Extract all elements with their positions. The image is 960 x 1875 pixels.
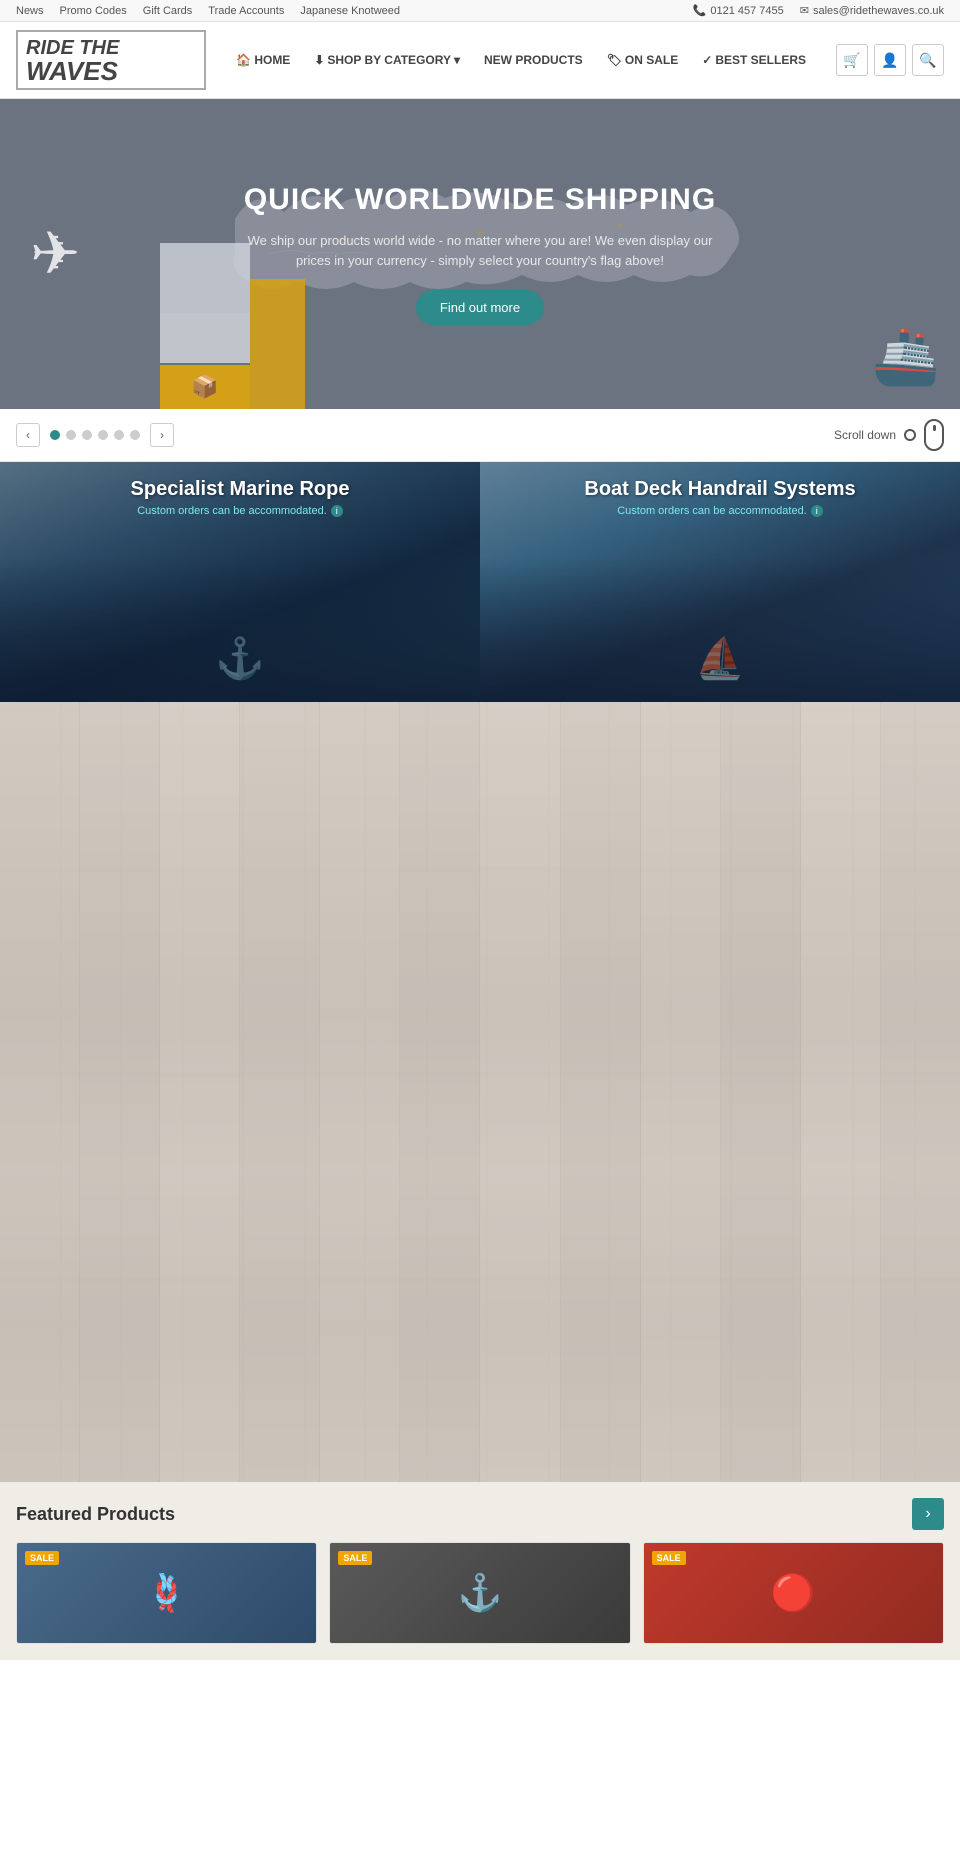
mouse-icon — [924, 419, 944, 451]
site-header: RIDE THE WAVES 🏠 HOME ⬇ SHOP BY CATEGORY… — [0, 22, 960, 99]
life-ring-icon: 🔴 — [771, 1572, 816, 1614]
marine-rope-title: Specialist Marine Rope — [0, 478, 480, 501]
cart-button[interactable]: 🛒 — [836, 44, 868, 76]
logo-text-waves: WAVES — [26, 56, 118, 86]
home-icon: 🏠 — [236, 53, 251, 67]
product-card-1[interactable]: 🪢 SALE — [16, 1542, 317, 1644]
featured-header: Featured Products › — [16, 1498, 944, 1530]
handrail-title: Boat Deck Handrail Systems — [480, 478, 960, 501]
topbar-news[interactable]: News — [16, 5, 44, 17]
slider-prev-button[interactable]: ‹ — [16, 423, 40, 447]
account-button[interactable]: 👤 — [874, 44, 906, 76]
category-content-1: Specialist Marine Rope Custom orders can… — [0, 478, 480, 517]
ship-icon: 🚢 — [872, 324, 940, 389]
banner-content: QUICK WORLDWIDE SHIPPING We ship our pro… — [230, 183, 730, 325]
phone-info: 📞 0121 457 7455 — [693, 4, 784, 17]
find-out-more-button[interactable]: Find out more — [416, 290, 544, 325]
main-nav: 🏠 HOME ⬇ SHOP BY CATEGORY ▾ NEW PRODUCTS… — [226, 47, 816, 73]
scroll-down-label: Scroll down — [834, 428, 896, 442]
top-bar-contact: 📞 0121 457 7455 ✉ sales@ridethewaves.co.… — [693, 4, 944, 17]
phone-icon: 📞 — [693, 4, 707, 17]
category-content-2: Boat Deck Handrail Systems Custom orders… — [480, 478, 960, 517]
dot-2[interactable] — [66, 430, 76, 440]
wood-section — [0, 702, 960, 1482]
top-bar: News Promo Codes Gift Cards Trade Accoun… — [0, 0, 960, 22]
shop-icon: ⬇ — [314, 53, 324, 67]
handrail-panel[interactable]: ⛵ Boat Deck Handrail Systems Custom orde… — [480, 462, 960, 702]
hero-banner: ✈ 🚢 📦 QUICK WORLDWIDE SHIPPING We ship o… — [0, 99, 960, 409]
topbar-trade[interactable]: Trade Accounts — [208, 5, 284, 17]
search-button[interactable]: 🔍 — [912, 44, 944, 76]
slider-controls: ‹ › Scroll down — [0, 409, 960, 462]
top-bar-links: News Promo Codes Gift Cards Trade Accoun… — [16, 5, 400, 17]
email-address: sales@ridethewaves.co.uk — [813, 5, 944, 17]
banner-title: QUICK WORLDWIDE SHIPPING — [230, 183, 730, 217]
marine-rope-panel[interactable]: ⚓ Specialist Marine Rope Custom orders c… — [0, 462, 480, 702]
product-cards: 🪢 SALE ⚓ SALE 🔴 SALE — [16, 1542, 944, 1644]
slider-dots — [50, 430, 140, 440]
dot-5[interactable] — [114, 430, 124, 440]
handrail-subtitle: Custom orders can be accommodated. i — [480, 505, 960, 517]
dot-4[interactable] — [98, 430, 108, 440]
phone-number: 0121 457 7455 — [710, 5, 783, 17]
product-image-2: ⚓ — [330, 1543, 629, 1643]
product-card-3[interactable]: 🔴 SALE — [643, 1542, 944, 1644]
sale-badge-2: SALE — [338, 1551, 372, 1565]
product-image-1: 🪢 — [17, 1543, 316, 1643]
nav-new-products[interactable]: NEW PRODUCTS — [474, 47, 593, 73]
marine-rope-subtitle: Custom orders can be accommodated. i — [0, 505, 480, 517]
sale-badge-3: SALE — [652, 1551, 686, 1565]
scroll-down: Scroll down — [834, 419, 944, 451]
dot-3[interactable] — [82, 430, 92, 440]
anchor-icon: ⚓ — [458, 1572, 503, 1614]
featured-products-section: Featured Products › 🪢 SALE ⚓ SALE 🔴 SALE — [0, 1482, 960, 1660]
email-info: ✉ sales@ridethewaves.co.uk — [800, 4, 944, 17]
info-icon-2: i — [811, 505, 823, 517]
chevron-down-icon: ▾ — [454, 53, 460, 67]
sale-icon: 🏷 — [607, 53, 622, 67]
nav-home[interactable]: 🏠 HOME — [226, 47, 300, 73]
email-icon: ✉ — [800, 4, 809, 17]
nav-shop-category[interactable]: ⬇ SHOP BY CATEGORY ▾ — [304, 47, 470, 73]
product-image-3: 🔴 — [644, 1543, 943, 1643]
info-icon-1: i — [331, 505, 343, 517]
banner-subtitle: We ship our products world wide - no mat… — [230, 231, 730, 270]
circle-icon — [904, 429, 916, 441]
topbar-gift[interactable]: Gift Cards — [143, 5, 193, 17]
plane-icon: ✈ — [30, 219, 80, 289]
topbar-knotweed[interactable]: Japanese Knotweed — [300, 5, 400, 17]
topbar-promo[interactable]: Promo Codes — [60, 5, 127, 17]
category-section: ⚓ Specialist Marine Rope Custom orders c… — [0, 462, 960, 702]
nav-best-sellers[interactable]: ✓ BEST SELLERS — [692, 47, 816, 73]
featured-next-button[interactable]: › — [912, 1498, 944, 1530]
slider-next-button[interactable]: › — [150, 423, 174, 447]
sale-badge-1: SALE — [25, 1551, 59, 1565]
dot-1[interactable] — [50, 430, 60, 440]
mouse-scroll-indicator — [933, 425, 936, 431]
nav-on-sale[interactable]: 🏷 ON SALE — [597, 47, 689, 73]
featured-title: Featured Products — [16, 1504, 175, 1525]
rope-icon: 🪢 — [144, 1572, 189, 1614]
product-card-2[interactable]: ⚓ SALE — [329, 1542, 630, 1644]
check-icon: ✓ — [702, 53, 712, 67]
header-icons: 🛒 👤 🔍 — [836, 44, 944, 76]
site-logo[interactable]: RIDE THE WAVES — [16, 30, 206, 90]
dot-6[interactable] — [130, 430, 140, 440]
